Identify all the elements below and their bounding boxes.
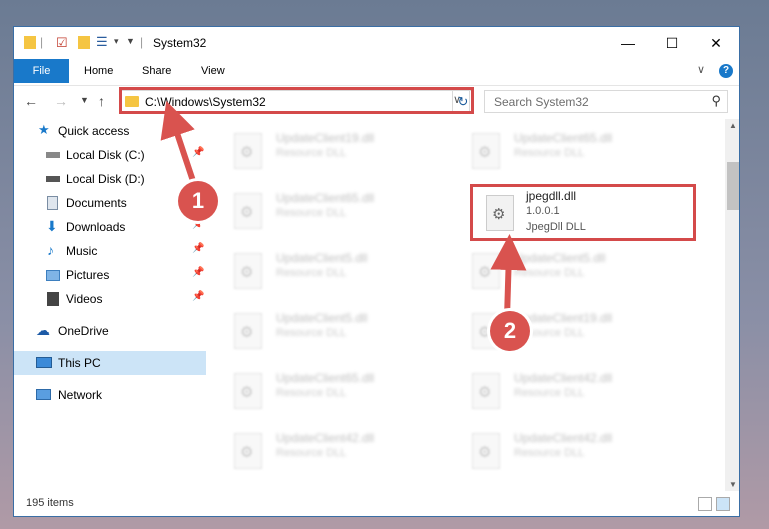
annotation-arrows [160,100,527,319]
arrow-2 [490,234,527,319]
step-badge-2: 2 [490,311,530,351]
step-badge-1: 1 [178,181,218,221]
arrow-1 [160,100,199,191]
